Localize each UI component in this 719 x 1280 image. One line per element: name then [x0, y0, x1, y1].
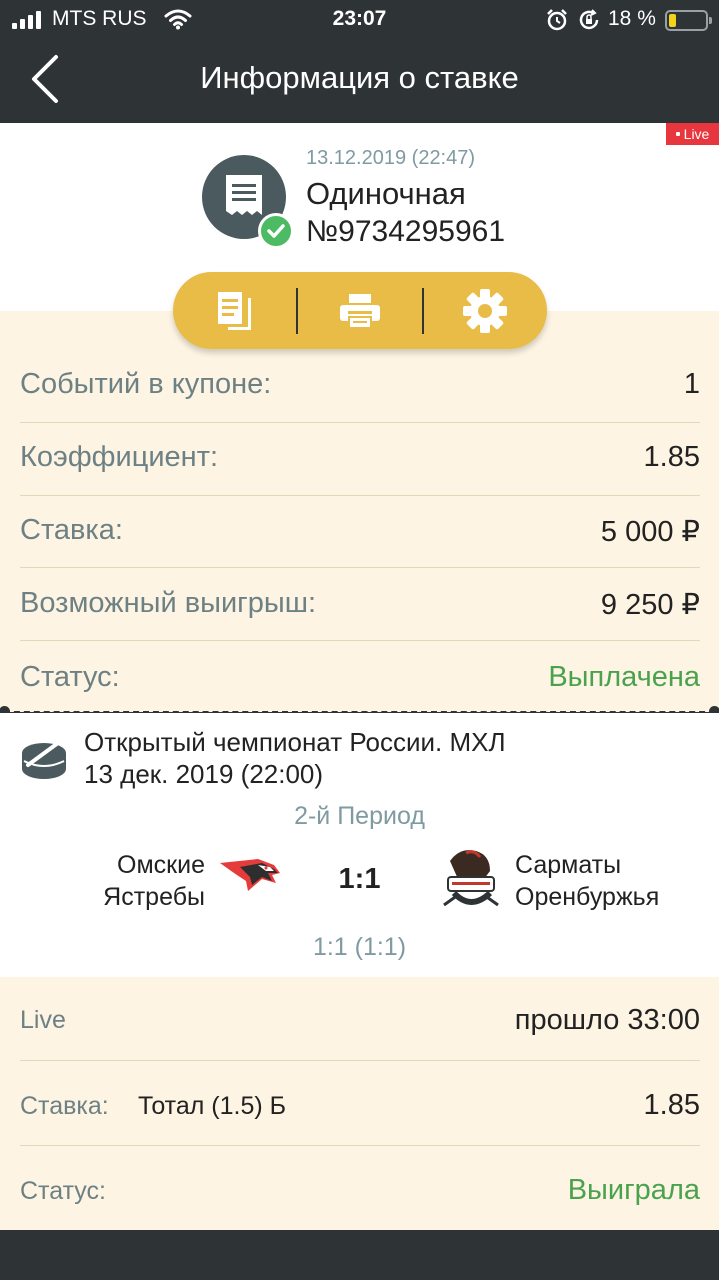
rotation-lock-icon [579, 9, 599, 30]
hockey-puck-icon [22, 741, 66, 779]
status-bar: MTS RUS 23:07 18 % [0, 0, 719, 40]
period-scores: 1:1 (1:1) [312, 933, 407, 961]
gear-icon [463, 288, 508, 333]
bet-status-row: Статус: Выиграла [20, 1174, 700, 1206]
bet-status: Выиграла [567, 1174, 700, 1206]
summary-row-status: Статус: Выплачена [20, 661, 700, 693]
bet-date: 13.12.2019 (22:47) [306, 147, 476, 169]
document-copy-icon [217, 291, 251, 330]
bet-type: Одиночная [306, 176, 466, 211]
action-pill [173, 272, 547, 349]
bet-number: №9734295961 [306, 215, 506, 248]
live-row: Live прошло 33:00 [20, 977, 700, 1061]
sarmaty-logo-icon [443, 850, 499, 907]
summary-row-payout: Возможный выигрыш: 9 250 ₽ [20, 568, 700, 641]
copy-button[interactable] [173, 272, 296, 349]
period-label: 2-й Период [294, 802, 425, 830]
event-date: 13 дек. 2019 (22:00) [84, 759, 324, 789]
page-title: Информация о ставке [200, 60, 519, 95]
live-badge: Live [666, 123, 719, 145]
printer-icon [339, 293, 380, 329]
summary-row-events: Событий в купоне: 1 [20, 351, 700, 423]
battery-icon [665, 10, 712, 31]
away-team-name[interactable]: Сарматы Оренбуржья [515, 849, 659, 913]
top-bar: MTS RUS 23:07 18 % Информация о ставке [0, 0, 719, 123]
print-button[interactable] [298, 272, 421, 349]
settings-button[interactable] [424, 272, 547, 349]
elapsed-time: прошло 33:00 [514, 1004, 700, 1036]
battery-percent: 18 % [608, 7, 656, 30]
stake-row: Ставка: Тотал (1.5) Б 1.85 [20, 1061, 700, 1146]
bet-outcome: Тотал (1.5) Б [138, 1092, 287, 1120]
bet-odds: 1.85 [643, 1089, 700, 1121]
event-card: Открытый чемпионат России. МХЛ 13 дек. 2… [0, 713, 719, 977]
bet-summary: Событий в купоне: 1 Коэффициент: 1.85 Ст… [0, 311, 719, 712]
check-circle-icon [258, 213, 294, 249]
live-label: Live [20, 1006, 66, 1034]
status-value: Выплачена [548, 661, 700, 693]
alarm-icon [547, 9, 567, 31]
bet-details: Live прошло 33:00 Ставка: Тотал (1.5) Б … [0, 977, 719, 1230]
summary-row-stake: Ставка: 5 000 ₽ [20, 496, 700, 568]
summary-row-odds: Коэффициент: 1.85 [20, 423, 700, 496]
tournament-name: Открытый чемпионат России. МХЛ [84, 727, 506, 757]
